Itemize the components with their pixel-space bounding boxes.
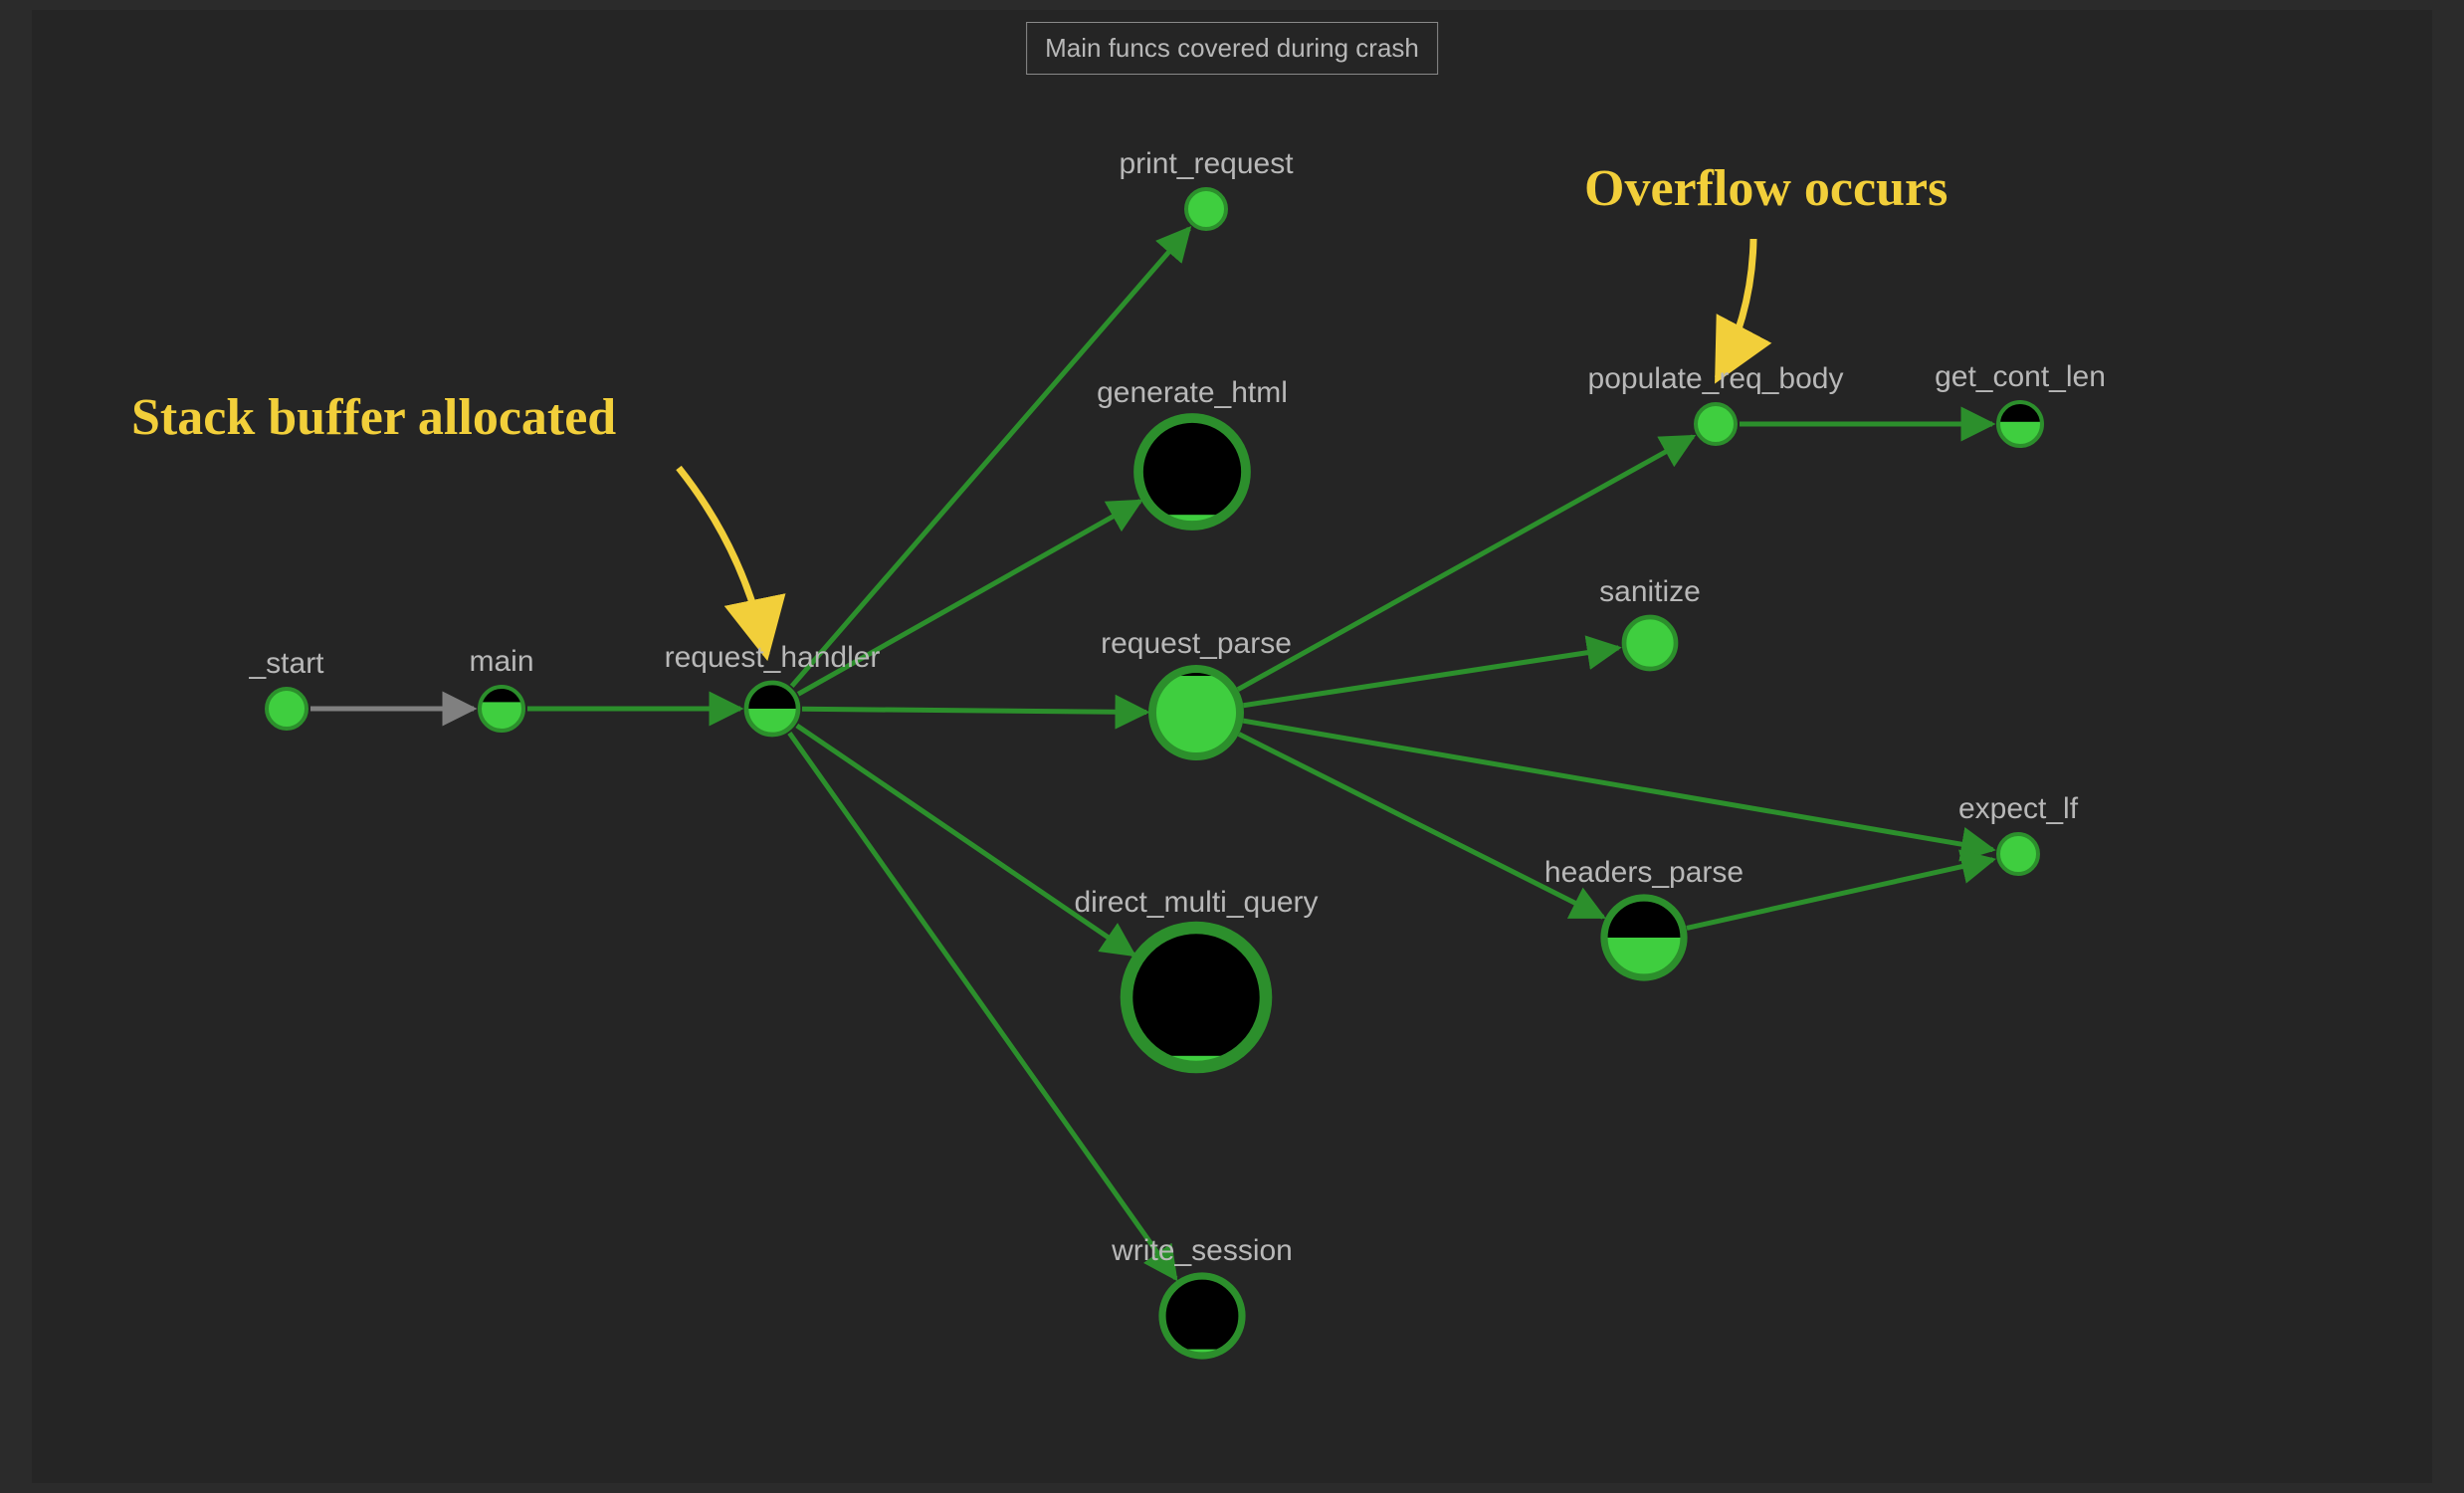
- node-print_request[interactable]: [1186, 189, 1226, 229]
- node-label-start: _start: [249, 647, 323, 681]
- node-label-print_request: print_request: [1119, 147, 1293, 181]
- node-main[interactable]: [480, 687, 523, 731]
- node-label-populate_req_body: populate_req_body: [1588, 362, 1844, 396]
- edge-request_parse-to-expect_lf: [1243, 721, 1992, 849]
- node-get_cont_len[interactable]: [1998, 402, 2042, 446]
- node-write_session[interactable]: [1162, 1276, 1242, 1356]
- annotation-arrow-overflow: [1718, 239, 1753, 378]
- node-request_parse[interactable]: [1152, 669, 1240, 756]
- node-label-expect_lf: expect_lf: [1958, 792, 2078, 826]
- node-label-main: main: [469, 645, 533, 679]
- annotation-arrow-stack-buffer: [679, 468, 766, 655]
- node-label-direct_multi_query: direct_multi_query: [1074, 886, 1318, 920]
- node-label-headers_parse: headers_parse: [1544, 856, 1744, 890]
- node-direct_multi_query[interactable]: [1127, 928, 1266, 1067]
- node-label-get_cont_len: get_cont_len: [1935, 360, 2106, 394]
- graph-panel: Main funcs covered during crash _startma…: [32, 10, 2432, 1483]
- node-label-request_handler: request_handler: [665, 641, 881, 675]
- node-label-write_session: write_session: [1112, 1234, 1293, 1268]
- node-request_handler[interactable]: [746, 683, 798, 735]
- node-label-request_parse: request_parse: [1101, 627, 1292, 661]
- node-populate_req_body[interactable]: [1696, 404, 1736, 444]
- node-generate_html[interactable]: [1138, 418, 1246, 526]
- node-expect_lf[interactable]: [1998, 834, 2038, 874]
- node-headers_parse[interactable]: [1604, 898, 1684, 977]
- node-sanitize[interactable]: [1624, 617, 1676, 669]
- edge-request_handler-to-direct_multi_query: [797, 726, 1133, 955]
- annotation-overflow: Overflow occurs: [1584, 159, 1948, 218]
- node-start[interactable]: [267, 689, 307, 729]
- node-label-sanitize: sanitize: [1599, 575, 1701, 609]
- annotation-stack-buffer: Stack buffer allocated: [131, 388, 616, 447]
- node-label-generate_html: generate_html: [1097, 376, 1288, 410]
- edge-request_handler-to-print_request: [792, 229, 1189, 687]
- edge-request_handler-to-write_session: [789, 733, 1175, 1278]
- edge-request_handler-to-request_parse: [802, 709, 1146, 712]
